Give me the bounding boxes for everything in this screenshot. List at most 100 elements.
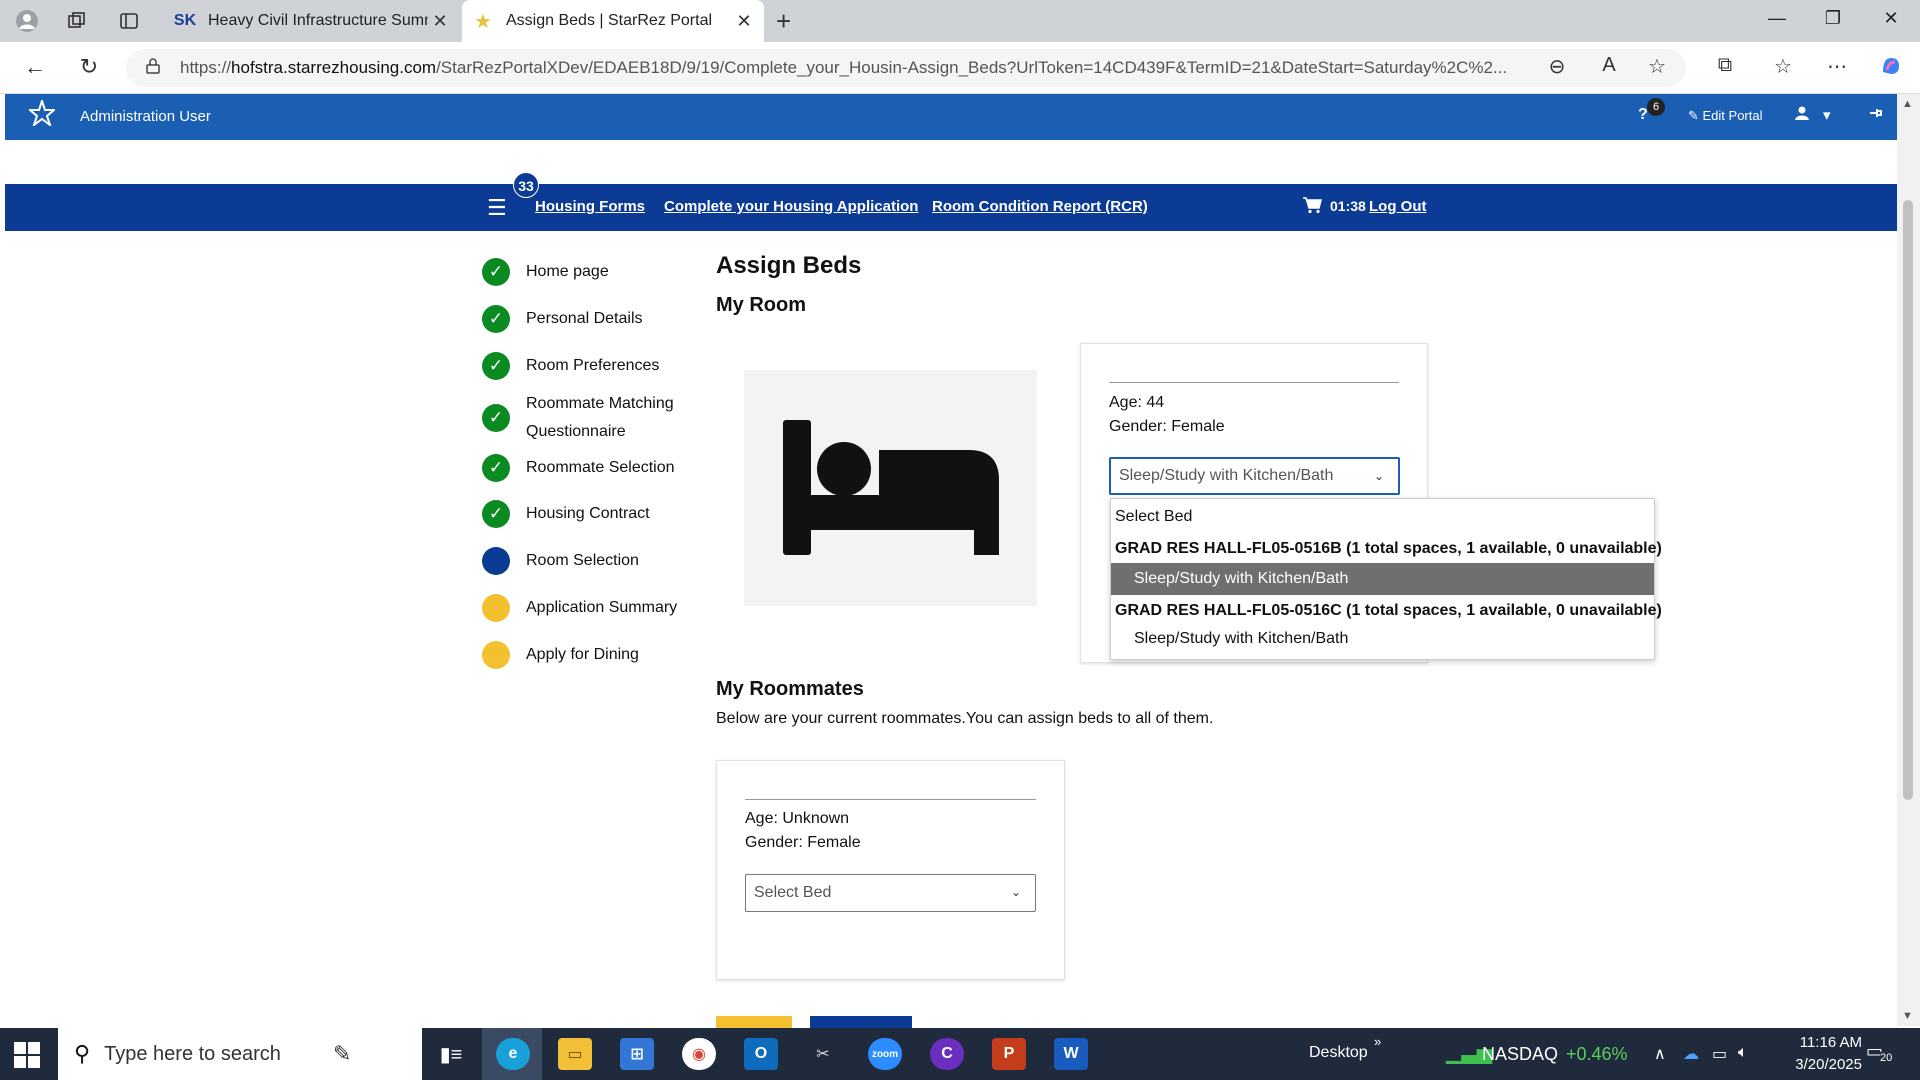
my-gender: Gender: Female — [1109, 418, 1225, 435]
back-icon[interactable]: ← — [20, 54, 50, 80]
scroll-down-icon[interactable]: ▼ — [1902, 1010, 1913, 1022]
extensions-icon[interactable]: ⧉ — [1710, 54, 1740, 77]
refresh-icon[interactable]: ↻ — [74, 54, 104, 80]
my-bed-select[interactable]: Sleep/Study with Kitchen/Bath ⌄ — [1109, 457, 1400, 495]
roommates-intro: Below are your current roommates.You can… — [716, 710, 1214, 727]
dropdown-option[interactable]: Sleep/Study with Kitchen/Bath — [1111, 563, 1654, 595]
task-view-icon[interactable]: ▮≡ — [434, 1038, 468, 1070]
windows-start-icon[interactable] — [14, 1042, 40, 1068]
new-tab-icon[interactable]: + — [776, 6, 791, 37]
menu-icon[interactable]: ☰ — [487, 195, 507, 221]
favorite-star-icon[interactable]: ☆ — [1642, 54, 1672, 79]
ticker-name[interactable]: NASDAQ — [1482, 1044, 1558, 1065]
minimize-icon[interactable]: — — [1762, 8, 1792, 29]
nav-complete-application[interactable]: Complete your Housing Application — [664, 198, 918, 215]
dropdown-option[interactable]: Sleep/Study with Kitchen/Bath — [1111, 625, 1654, 653]
chevron-down-icon: ⌄ — [1373, 469, 1384, 483]
window-close-icon[interactable]: ✕ — [1876, 8, 1906, 29]
star-icon: ★ — [474, 10, 492, 33]
bed-icon — [783, 420, 999, 555]
dropdown-group-label: GRAD RES HALL-FL05-0516B (1 total spaces… — [1115, 540, 1662, 557]
read-aloud-icon[interactable]: A — [1594, 54, 1624, 77]
edit-portal-button[interactable]: ✎ Edit Portal — [1688, 108, 1763, 124]
page-scrollbar[interactable]: ▲ ▼ — [1897, 94, 1920, 1026]
favorites-icon[interactable]: ☆ — [1768, 54, 1798, 79]
outlook-icon[interactable]: O — [744, 1038, 778, 1070]
check-icon: ✓ — [482, 258, 510, 286]
profile-icon[interactable] — [14, 8, 40, 34]
snipping-tool-icon[interactable]: ✂ — [806, 1038, 840, 1070]
scroll-thumb[interactable] — [1903, 200, 1913, 800]
roommate-age: Age: Unknown — [745, 810, 850, 827]
step-personal-details[interactable]: ✓ Personal Details — [482, 305, 643, 333]
step-apply-dining[interactable]: Apply for Dining — [482, 641, 639, 669]
nav-room-condition-report[interactable]: Room Condition Report (RCR) — [932, 198, 1148, 215]
dropdown-option-placeholder[interactable]: Select Bed — [1111, 503, 1654, 531]
step-roommate-questionnaire[interactable]: ✓ Roommate Matching Questionnaire — [482, 390, 692, 446]
check-icon: ✓ — [482, 352, 510, 380]
my-room-heading: My Room — [716, 294, 806, 316]
close-icon[interactable]: ✕ — [428, 11, 452, 32]
step-roommate-selection[interactable]: ✓ Roommate Selection — [482, 454, 675, 482]
lock-icon — [146, 58, 168, 78]
word-icon[interactable]: W — [1054, 1038, 1088, 1070]
edge-icon[interactable]: e — [496, 1038, 530, 1070]
zoom-app-icon[interactable]: zoom — [868, 1038, 902, 1070]
tab-assign-beds[interactable]: ★ Assign Beds | StarRez Portal ✕ — [462, 0, 764, 42]
step-room-selection[interactable]: Room Selection — [482, 547, 639, 575]
pin-icon[interactable] — [1869, 106, 1883, 124]
network-icon[interactable]: ▭ — [1712, 1044, 1727, 1064]
ticker-change: +0.46% — [1566, 1044, 1628, 1064]
pending-step-dot — [482, 641, 510, 669]
portal-header-spacer — [5, 140, 1897, 184]
vertical-tabs-icon[interactable] — [116, 8, 142, 34]
my-age: Age: 44 — [1109, 394, 1165, 411]
step-home-page[interactable]: ✓ Home page — [482, 258, 609, 286]
chevron-down-icon[interactable]: ▾ — [1823, 106, 1831, 124]
url-text: https://hofstra.starrezhousing.com/StarR… — [180, 58, 1508, 77]
tray-overflow-icon[interactable]: ∧ — [1654, 1044, 1666, 1064]
copilot-icon[interactable] — [1876, 54, 1906, 84]
powerpoint-icon[interactable]: P — [992, 1038, 1026, 1070]
step-room-preferences[interactable]: ✓ Room Preferences — [482, 352, 659, 380]
desktop-label[interactable]: Desktop — [1309, 1044, 1368, 1062]
my-roommates-heading: My Roommates — [716, 678, 864, 700]
workspaces-icon[interactable] — [64, 8, 90, 34]
system-clock[interactable]: 11:16 AM 3/20/2025 — [1752, 1032, 1862, 1076]
tab-title: Heavy Civil Infrastructure Summe — [208, 12, 428, 29]
logout-link[interactable]: Log Out — [1369, 198, 1426, 215]
current-step-dot — [482, 547, 510, 575]
user-icon[interactable] — [1795, 106, 1809, 124]
close-icon[interactable]: ✕ — [732, 11, 756, 32]
dropdown-group-label: GRAD RES HALL-FL05-0516C (1 total spaces… — [1115, 602, 1662, 619]
tab-heavy-civil[interactable]: SK Heavy Civil Infrastructure Summe ✕ — [164, 0, 460, 42]
cart-icon[interactable] — [1302, 196, 1322, 219]
restore-icon[interactable]: ❐ — [1818, 8, 1848, 29]
zoom-icon[interactable]: ⊖ — [1542, 54, 1572, 79]
file-explorer-icon[interactable]: ▭ — [558, 1038, 592, 1070]
notification-count: 20 — [1880, 1052, 1893, 1064]
scroll-up-icon[interactable]: ▲ — [1902, 98, 1913, 110]
chevron-right-icon[interactable]: » — [1374, 1034, 1381, 1049]
session-timer: 01:38 — [1330, 198, 1366, 214]
roommate-bed-select[interactable]: Select Bed ⌄ — [745, 874, 1036, 912]
taskbar-search[interactable]: ⚲ Type here to search ✎ — [58, 1028, 422, 1080]
admin-bar: Administration User ? ✎ Edit Portal ▾ — [5, 94, 1897, 140]
nav-housing-forms[interactable]: Housing Forms — [535, 198, 645, 215]
check-icon: ✓ — [482, 500, 510, 528]
starrez-star-icon[interactable] — [27, 97, 57, 134]
canva-icon[interactable]: C — [930, 1038, 964, 1070]
step-application-summary[interactable]: Application Summary — [482, 594, 677, 622]
check-icon: ✓ — [482, 454, 510, 482]
bed-dropdown-list: Select Bed GRAD RES HALL-FL05-0516B (1 t… — [1110, 498, 1662, 660]
url-field[interactable]: https://hofstra.starrezhousing.com/StarR… — [126, 49, 1686, 87]
onedrive-icon[interactable]: ☁ — [1683, 1044, 1699, 1064]
chrome-icon[interactable]: ◉ — [682, 1038, 716, 1070]
main-nav: ☰ Housing Forms Complete your Housing Ap… — [5, 184, 1897, 231]
store-icon[interactable]: ⊞ — [620, 1038, 654, 1070]
card-divider — [1109, 382, 1399, 383]
admin-user-name: Administration User — [80, 108, 211, 125]
volume-icon[interactable]: 🔈︎ — [1738, 1044, 1748, 1062]
step-housing-contract[interactable]: ✓ Housing Contract — [482, 500, 650, 528]
more-icon[interactable]: ⋯ — [1822, 54, 1852, 79]
